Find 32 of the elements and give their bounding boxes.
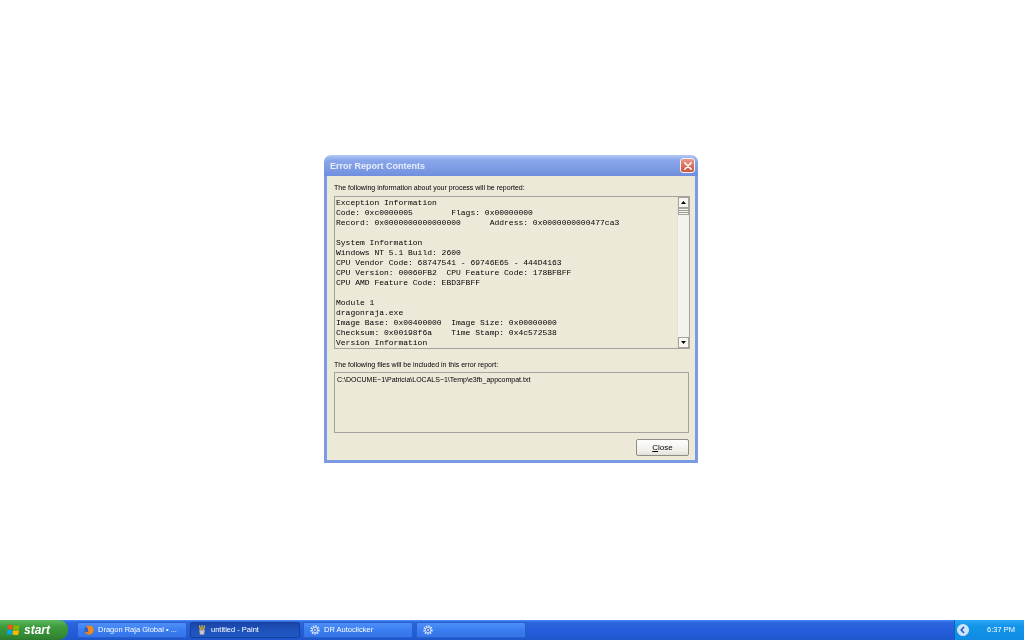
scroll-down-button[interactable] <box>678 337 689 348</box>
windows-flag-icon <box>7 624 20 636</box>
scroll-thumb[interactable] <box>678 208 689 215</box>
report-line: CPU Version: 00060FB2 CPU Feature Code: 178BFBFF <box>336 268 573 278</box>
report-line: CPU AMD Feature Code: EBD3FBFF <box>336 278 482 288</box>
gear-icon <box>310 625 320 635</box>
report-line: Exception Information <box>336 198 438 208</box>
report-line: Checksum: 0x00198f6a Time Stamp: 0x4c572538 <box>336 328 558 338</box>
globe-icon <box>84 625 94 635</box>
brush-icon <box>197 625 207 635</box>
report-line: Record: 0x0000000000000000 Address: 0x0000000000477ca3 <box>336 218 621 228</box>
report-line: Module 1 <box>336 298 376 308</box>
report-line: dragonraja.exe <box>336 308 405 318</box>
close-button[interactable]: Close <box>636 439 689 456</box>
taskbar-button[interactable] <box>416 622 526 638</box>
scroll-up-button[interactable] <box>678 197 689 208</box>
window-title: Error Report Contents <box>330 159 425 172</box>
report-line: Version Information <box>336 338 429 348</box>
start-button[interactable]: start <box>0 620 68 640</box>
report-line: Windows NT 5.1 Build: 2600 <box>336 248 462 258</box>
window-close-button[interactable] <box>680 158 695 173</box>
report-line: Image Base: 0x00400000 Image Size: 0x00000000 <box>336 318 558 328</box>
report-line: System Information <box>336 238 424 248</box>
gear-icon <box>423 625 433 635</box>
scrollbar[interactable] <box>677 197 689 348</box>
report-text-field[interactable] <box>334 196 690 349</box>
down-arrow-icon <box>681 341 686 344</box>
report-line: CPU Vendor Code: 68747541 - 69746E65 - 444D4163 <box>336 258 563 268</box>
close-icon <box>683 161 692 170</box>
report-line: Code: 0xc0000005 Flags: 0x00000000 <box>336 208 534 218</box>
chevron-icon[interactable] <box>957 624 969 636</box>
up-arrow-icon <box>681 201 686 204</box>
